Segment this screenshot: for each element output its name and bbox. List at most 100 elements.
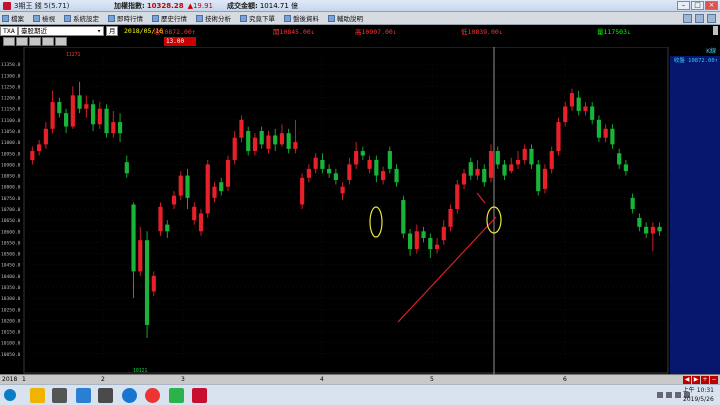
menu-item-view[interactable]: 檢視	[31, 13, 57, 24]
y-tick-label: 11300.0	[1, 73, 21, 79]
app-icon-b[interactable]	[76, 388, 91, 403]
tool-text-icon[interactable]	[55, 37, 67, 46]
contract-select[interactable]: 臺股期近 ▾	[18, 25, 104, 36]
tray-icon-a[interactable]	[657, 392, 663, 398]
candle-body	[488, 151, 494, 178]
quote-low: 低10839.00↓	[461, 27, 503, 36]
y-tick-label: 10500.0	[1, 252, 21, 258]
candle-body	[279, 133, 285, 145]
candle-body	[64, 113, 69, 127]
time-axis-bar[interactable]: 2018 1 2 3 4 5 6 ◀ ▶ + −	[0, 374, 720, 384]
candle-body	[198, 213, 204, 232]
candle-body	[569, 93, 575, 107]
scroll-arrow-icon[interactable]	[713, 26, 718, 35]
menu-item-file[interactable]: 檔案	[0, 13, 26, 24]
y-tick-label: 10450.0	[1, 263, 21, 269]
month-label-6: 6	[563, 376, 567, 383]
candle-body	[30, 151, 35, 160]
candle-body	[536, 164, 541, 192]
menu-item-realtime[interactable]: 即時行情	[106, 13, 145, 24]
menu-item-history[interactable]: 歷史行情	[150, 13, 189, 24]
candle-body	[657, 226, 662, 232]
menu-item-help[interactable]: 輔助說明	[326, 13, 365, 24]
candle-body	[219, 182, 224, 192]
folder-icon[interactable]	[30, 388, 45, 403]
candle-body	[610, 128, 615, 145]
line-app-icon[interactable]	[169, 388, 184, 403]
candle-body	[144, 240, 150, 325]
menu-item-settings[interactable]: 系統設定	[62, 13, 101, 24]
quote-volume: 量117503↓	[597, 27, 631, 36]
menu-item-technical[interactable]: 技術分析	[194, 13, 233, 24]
quote-open: 開10845.00↓	[273, 27, 315, 36]
y-tick-label: 10100.0	[1, 341, 21, 347]
candle-body	[90, 104, 96, 125]
candle-body	[381, 171, 386, 181]
panel-quote: 收盤 10872.00↑	[673, 58, 718, 64]
tray-icon-b[interactable]	[666, 392, 672, 398]
candle-body	[185, 175, 190, 198]
menu-item-order[interactable]: 究竟下單	[238, 13, 277, 24]
candle-body	[421, 231, 426, 238]
scroll-right-icon[interactable]: ▶	[692, 376, 700, 384]
tray-icon-c[interactable]	[675, 392, 681, 398]
quote-bar: TXA 臺股期近 ▾ 月 2018/05/16 收10872.00↑ 開10845…	[0, 25, 720, 36]
chart-canvas[interactable]: 11350.0 11300.0 11250.0 11200.0 11150.0 11100…	[0, 46, 670, 374]
scroll-left-icon[interactable]: ◀	[683, 376, 691, 384]
zoom-in-icon[interactable]: +	[701, 376, 709, 384]
quote-close: 收10872.00↑	[154, 27, 196, 36]
index-value: 10328.28	[146, 1, 184, 10]
trading-app-taskbar-icon[interactable]	[192, 388, 207, 403]
toolbar-icon-a[interactable]	[683, 14, 692, 23]
symbol-input[interactable]: TXA	[0, 25, 18, 36]
start-button-icon[interactable]	[4, 389, 16, 401]
tool-zoom-in-icon[interactable]	[16, 37, 28, 46]
close-icon[interactable]: ×	[705, 1, 718, 10]
period-select[interactable]: 月	[106, 25, 118, 36]
candle-body	[401, 200, 406, 234]
tool-zoom-out-icon[interactable]	[29, 37, 41, 46]
month-label-1: 1	[22, 376, 26, 383]
maximize-icon[interactable]: □	[691, 1, 704, 10]
menu-item-afterhours[interactable]: 盤後資料	[282, 13, 321, 24]
candle-body	[414, 231, 419, 250]
chrome-browser-icon[interactable]	[145, 388, 160, 403]
candle-body	[178, 175, 183, 196]
candle-body	[205, 164, 210, 214]
data-icon	[284, 14, 291, 22]
tool-cursor-icon[interactable]	[3, 37, 15, 46]
candle-body	[374, 159, 379, 176]
tool-line-icon[interactable]	[42, 37, 54, 46]
candle-body	[428, 237, 433, 250]
candle-body	[138, 240, 143, 272]
app-logo-icon	[3, 1, 11, 10]
app-icon-a[interactable]	[52, 388, 67, 403]
chart-icon	[196, 14, 203, 22]
edge-browser-icon[interactable]	[122, 388, 137, 403]
candle-body	[306, 168, 311, 178]
candle-body	[286, 133, 291, 149]
minimize-icon[interactable]: –	[677, 1, 690, 10]
y-tick-label: 11100.0	[1, 118, 21, 124]
app-icon-c[interactable]	[98, 388, 113, 403]
candle-body	[327, 168, 332, 174]
turnover-label: 成交金額:	[227, 1, 258, 10]
toolbar-icon-b[interactable]	[695, 14, 704, 23]
candle-body	[596, 119, 602, 138]
zoom-out-icon[interactable]: −	[710, 376, 718, 384]
candle-body	[387, 151, 392, 169]
system-clock[interactable]: 上午 10:31 2019/5/26	[683, 386, 714, 404]
candle-body	[293, 142, 298, 149]
y-tick-label: 10200.0	[1, 318, 21, 324]
candle-body	[313, 157, 318, 169]
candle-body	[644, 226, 649, 234]
toolbar-icon-c[interactable]	[707, 14, 716, 23]
candle-body	[37, 144, 42, 152]
realtime-icon	[108, 14, 115, 22]
candle-body	[434, 244, 440, 250]
title-bar: 3期王 錢 5(5.71) 加權指數: 10328.28 ▲19.91 成交金額…	[0, 0, 720, 12]
candle-body	[394, 168, 399, 183]
candle-body	[212, 186, 217, 198]
candle-body	[407, 233, 413, 250]
candlestick-chart[interactable]: 11350.0 11300.0 11250.0 11200.0 11150.0 11100…	[0, 46, 670, 374]
